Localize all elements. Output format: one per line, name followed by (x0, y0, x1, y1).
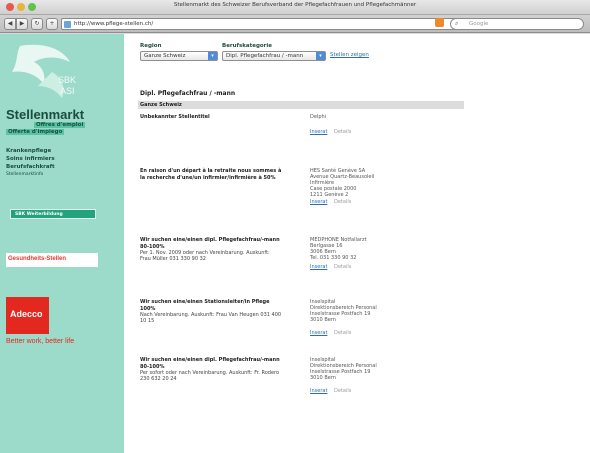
sidebar-link-krankenpflege[interactable]: Krankenpflege (6, 148, 51, 154)
main-content: Region Berufskategorie Ganze Schweiz ▾ D… (124, 34, 590, 453)
ad-banner-text: Gesundheits-Stellen (8, 256, 67, 262)
job-title[interactable]: En raison d'un départ à la retraite nous… (140, 168, 282, 181)
job-employer: MEDPHONE Notfallarzt Berlgasse 16 3006 B… (310, 237, 367, 261)
dropdown-arrow-icon: ▾ (316, 52, 325, 60)
search-placeholder: Google (469, 21, 489, 27)
job-title[interactable]: Wir suchen eine/einen dipl. Pflegefachfr… (140, 357, 282, 370)
job-extra-link[interactable]: Details (334, 199, 351, 205)
logo-sbk-text: SBK (58, 75, 77, 85)
home-button[interactable]: + (46, 18, 58, 30)
forward-arrow-icon: ▶ (19, 20, 25, 27)
sbk-banner[interactable]: SBK Weiterbildung (10, 209, 96, 219)
title-bar: Stellenmarkt des Schweizer Berufsverband… (0, 0, 590, 15)
reload-button[interactable]: ↻ (31, 18, 43, 30)
ad-banner[interactable]: Gesundheits-Stellen (6, 253, 98, 267)
job-extra-link[interactable]: Details (334, 330, 351, 336)
adecco-logo-text: Adecco (10, 309, 43, 319)
sidebar-title: Stellenmarkt (6, 107, 85, 122)
category-select[interactable]: Dipl. Pflegefachfrau / -mann ▾ (222, 51, 326, 61)
window-title: Stellenmarkt des Schweizer Berufsverband… (173, 2, 417, 8)
job-description: Per 1. Nov. 2009 oder nach Vereinbarung.… (140, 250, 270, 262)
rss-icon[interactable] (435, 18, 444, 27)
region-label: Region (140, 43, 162, 49)
job-employer: Inselspital Direktionsbereich Personal I… (310, 357, 377, 381)
sidebar-link-berufsfachkraft[interactable]: Berufsfachkraft (6, 164, 55, 170)
sidebar-link-soins-infirmiers[interactable]: Soins infirmiers (6, 156, 55, 162)
job-detail-link[interactable]: Inserat (310, 199, 327, 205)
section-title: Dipl. Pflegefachfrau / -mann (140, 90, 236, 97)
forward-button[interactable]: ▶ (16, 18, 28, 30)
job-employer: Inselspital Direktionsbereich Personal I… (310, 299, 377, 323)
job-extra-link[interactable]: Details (334, 264, 351, 270)
region-select[interactable]: Ganze Schweiz ▾ (140, 51, 218, 61)
browser-window: Stellenmarkt des Schweizer Berufsverband… (0, 0, 590, 453)
logo-asi-text: ASI (60, 86, 75, 96)
job-employer: Delphi (310, 114, 327, 120)
job-extra-link[interactable]: Details (334, 388, 351, 394)
region-select-value: Ganze Schweiz (144, 53, 186, 59)
job-extra-link[interactable]: Details (334, 129, 351, 135)
job-detail-link[interactable]: Inserat (310, 264, 327, 270)
job-detail-link[interactable]: Inserat (310, 129, 327, 135)
job-detail-link[interactable]: Inserat (310, 388, 327, 394)
job-title[interactable]: Unbekannter Stellentitel (140, 114, 282, 121)
back-button[interactable]: ◀ (4, 18, 16, 30)
adecco-slogan[interactable]: Better work, better life (6, 338, 74, 345)
sidebar: SBK ASI Stellenmarkt Offres d'emploi Off… (0, 34, 124, 453)
job-detail-link[interactable]: Inserat (310, 330, 327, 336)
job-employer: HES Santé Genève SA Avenue Quartz-Beauso… (310, 168, 375, 198)
favicon-icon (64, 21, 71, 28)
category-select-value: Dipl. Pflegefachfrau / -mann (226, 53, 304, 59)
job-description: Per sofort oder nach Vereinbarung. Ausku… (140, 370, 280, 382)
offres-emploi-link[interactable]: Offres d'emploi (34, 122, 86, 128)
job-title[interactable]: Wir suchen eine/einen dipl. Pflegefachfr… (140, 237, 282, 250)
search-icon: ⌕ (455, 20, 459, 27)
sbk-banner-text: SBK Weiterbildung (15, 212, 63, 217)
region-header-text: Ganze Schweiz (140, 102, 182, 108)
web-page: SBK ASI Stellenmarkt Offres d'emploi Off… (0, 34, 590, 453)
region-header-bar: Ganze Schweiz (138, 101, 464, 109)
dropdown-arrow-icon: ▾ (208, 52, 217, 60)
address-bar[interactable]: http://www.pflege-stellen.ch/ (61, 18, 466, 30)
show-jobs-link[interactable]: Stellen zeigen (330, 52, 369, 58)
offerte-impiego-link[interactable]: Offerte d'impiego (6, 129, 65, 135)
adecco-logo[interactable]: Adecco (6, 297, 49, 334)
reload-icon: ↻ (34, 20, 40, 27)
sbk-logo-icon (12, 44, 70, 98)
back-arrow-icon: ◀ (7, 20, 13, 27)
category-label: Berufskategorie (222, 43, 272, 49)
sidebar-small-link[interactable]: Stellenmarktinfo (6, 172, 43, 177)
job-title[interactable]: Wir suchen eine/einen Stationsleiter/in … (140, 299, 282, 312)
job-description: Nach Vereinbarung. Auskunft: Frau Van He… (140, 312, 282, 324)
search-field[interactable]: ⌕ Google (450, 18, 584, 30)
url-text: http://www.pflege-stellen.ch/ (74, 21, 154, 27)
home-icon: + (49, 20, 55, 27)
